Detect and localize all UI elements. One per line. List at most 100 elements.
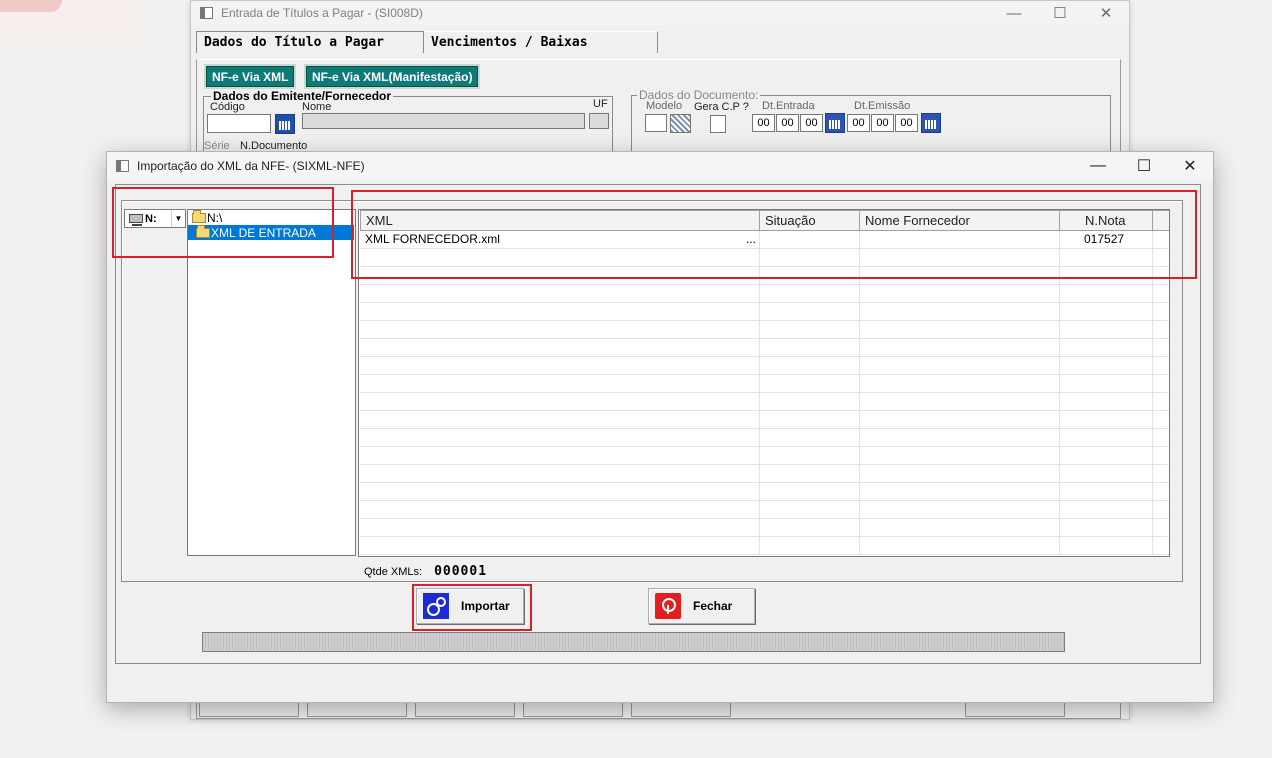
tab-vencimentos[interactable]: Vencimentos / Baixas <box>424 31 658 53</box>
dt-emissao-calendar-icon[interactable] <box>921 113 941 133</box>
dt-entrada-day[interactable]: 00 <box>752 114 775 132</box>
close-icon[interactable]: ✕ <box>1167 152 1213 180</box>
codigo-field[interactable] <box>207 114 271 133</box>
tab-dados-titulo[interactable]: Dados do Título a Pagar <box>196 31 424 53</box>
directory-list: N:\ XML DE ENTRADA <box>187 209 356 556</box>
importar-button[interactable]: Importar <box>416 588 524 624</box>
dt-entrada-month[interactable]: 00 <box>776 114 799 132</box>
column-header-nnota[interactable]: N.Nota <box>1060 210 1153 231</box>
cell-xml: XML FORNECEDOR.xml ... <box>360 231 760 249</box>
table-cell-empty <box>860 447 1060 465</box>
table-cell-empty <box>360 375 760 393</box>
gera-cp-checkbox[interactable] <box>710 115 726 133</box>
dt-emissao-day[interactable]: 00 <box>847 114 870 132</box>
table-cell-empty <box>1153 249 1169 267</box>
directory-item-label: N:\ <box>207 210 223 225</box>
table-row-empty <box>360 465 1169 483</box>
table-row-empty <box>360 393 1169 411</box>
drive-select-value: N: <box>145 212 157 225</box>
table-cell-empty <box>1060 429 1153 447</box>
table-cell-empty <box>1060 537 1153 555</box>
table-row-empty <box>360 303 1169 321</box>
table-cell-empty <box>760 411 860 429</box>
maximize-icon[interactable]: ☐ <box>1121 152 1167 180</box>
table-cell-empty <box>760 465 860 483</box>
table-cell-empty <box>1060 519 1153 537</box>
table-cell-empty <box>860 375 1060 393</box>
table-cell-empty <box>360 267 760 285</box>
codigo-label: Código <box>210 101 245 113</box>
cell-situacao <box>760 231 860 249</box>
table-row[interactable]: XML FORNECEDOR.xml ... 017527 <box>360 231 1169 249</box>
table-cell-empty <box>360 537 760 555</box>
table-row-empty <box>360 357 1169 375</box>
table-cell-empty <box>860 537 1060 555</box>
table-cell-empty <box>1060 303 1153 321</box>
uf-field <box>589 113 609 129</box>
table-cell-empty <box>1060 321 1153 339</box>
nfe-via-xml-button[interactable]: NF-e Via XML <box>206 66 295 87</box>
table-cell-empty <box>760 249 860 267</box>
table-cell-empty <box>1060 393 1153 411</box>
table-cell-empty <box>360 339 760 357</box>
table-cell-empty <box>360 483 760 501</box>
directory-item-xml-entrada[interactable]: XML DE ENTRADA <box>188 224 354 240</box>
table-cell-empty <box>1060 267 1153 285</box>
column-header-situacao[interactable]: Situação <box>760 210 860 231</box>
table-cell-empty <box>1153 447 1169 465</box>
table-cell-empty <box>360 447 760 465</box>
xml-files-grid: XML Situação Nome Fornecedor N.Nota XML … <box>358 209 1170 557</box>
search-supplier-icon[interactable] <box>275 114 295 134</box>
table-cell-empty <box>1153 303 1169 321</box>
gera-cp-label: Gera C.P ? <box>694 101 749 113</box>
dt-entrada-label: Dt.Entrada <box>762 100 815 112</box>
table-cell-empty <box>360 393 760 411</box>
table-cell-empty <box>760 429 860 447</box>
dt-emissao-year[interactable]: 00 <box>895 114 918 132</box>
chevron-down-icon[interactable]: ▼ <box>171 210 185 227</box>
qtde-xmls: Qtde XMLs: 000001 <box>364 564 487 579</box>
modelo-field[interactable] <box>645 114 667 132</box>
progress-bar <box>202 632 1065 652</box>
maximize-icon[interactable]: ☐ <box>1037 1 1083 25</box>
importar-button-label: Importar <box>461 599 510 613</box>
table-row-empty <box>360 537 1169 555</box>
minimize-icon[interactable]: — <box>991 1 1037 25</box>
nfe-via-xml-manifestacao-button[interactable]: NF-e Via XML(Manifestação) <box>306 66 479 87</box>
table-cell-empty <box>860 321 1060 339</box>
table-cell-empty <box>760 519 860 537</box>
fechar-button[interactable]: Fechar <box>648 588 755 624</box>
modelo-lookup-icon[interactable] <box>670 114 691 133</box>
directory-item-root[interactable]: N:\ <box>188 209 355 225</box>
table-cell-empty <box>360 357 760 375</box>
table-cell-empty <box>360 429 760 447</box>
table-cell-empty <box>860 465 1060 483</box>
cell-xml-name: XML FORNECEDOR.xml <box>365 232 500 246</box>
cell-nnota: 017527 <box>1060 231 1153 249</box>
window-icon <box>200 7 213 19</box>
table-cell-empty <box>1060 339 1153 357</box>
dt-entrada-calendar-icon[interactable] <box>825 113 845 133</box>
table-cell-empty <box>1060 249 1153 267</box>
background-window-title: Entrada de Títulos a Pagar - (SI008D) <box>221 6 423 20</box>
dt-entrada-year[interactable]: 00 <box>800 114 823 132</box>
close-icon[interactable]: ✕ <box>1083 1 1129 25</box>
column-header-fornecedor[interactable]: Nome Fornecedor <box>860 210 1060 231</box>
nome-field <box>302 113 585 129</box>
uf-label: UF <box>593 98 608 110</box>
modelo-label: Modelo <box>646 100 683 112</box>
table-cell-empty <box>360 501 760 519</box>
dt-emissao-label: Dt.Emissão <box>854 100 911 112</box>
column-header-xml[interactable]: XML <box>360 210 760 231</box>
minimize-icon[interactable]: — <box>1075 152 1121 180</box>
table-row-empty <box>360 339 1169 357</box>
drive-select[interactable]: N: ▼ <box>124 209 186 228</box>
cell-fornecedor <box>860 231 1060 249</box>
table-cell-empty <box>360 519 760 537</box>
cell-xml-ellipsis: ... <box>745 232 756 246</box>
dt-emissao-month[interactable]: 00 <box>871 114 894 132</box>
table-cell-empty <box>860 501 1060 519</box>
table-cell-empty <box>1060 483 1153 501</box>
table-cell-empty <box>760 483 860 501</box>
table-cell-empty <box>860 519 1060 537</box>
